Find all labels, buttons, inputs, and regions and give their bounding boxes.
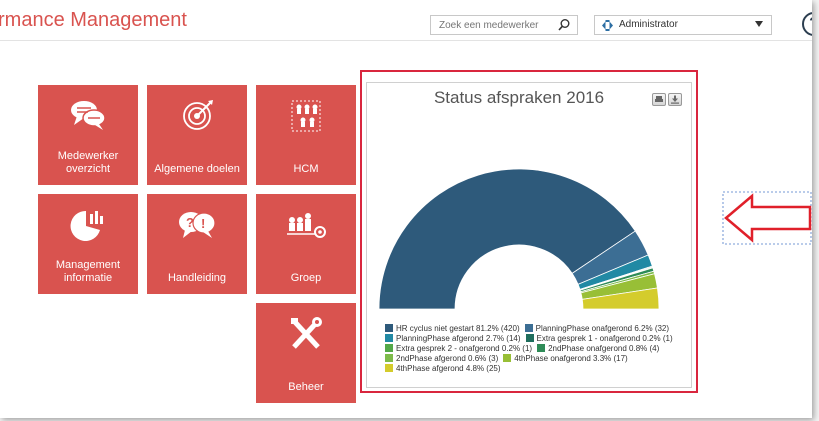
legend-item[interactable]: PlanningPhase afgerond 2.7% (14) [385,334,521,344]
legend-swatch [385,324,393,332]
legend-item[interactable]: Extra gesprek 2 - onafgerond 0.2% (1) [385,344,532,354]
legend-label: 2ndPhase afgerond 0.6% (3) [396,354,499,363]
search-box[interactable] [430,15,578,35]
legend-row: 4thPhase afgerond 4.8% (25) [385,364,689,374]
tile-algemene-doelen[interactable]: Algemene doelen [147,85,247,185]
left-arrow-annotation [722,191,812,245]
chevron-down-icon[interactable] [755,21,763,27]
legend-label: PlanningPhase onafgerond 6.2% (32) [535,324,670,333]
tile-beheer[interactable]: Beheer [256,303,356,403]
legend-label: 4thPhase onafgerond 3.3% (17) [514,354,628,363]
org-chart-icon [291,100,321,132]
header-bar: rmance Management Administrator ? [0,0,812,41]
legend-item[interactable]: PlanningPhase onafgerond 6.2% (32) [524,324,670,334]
download-button[interactable] [668,93,682,106]
svg-text:?: ? [186,215,194,230]
legend-label: HR cyclus niet gestart 81.2% (420) [396,324,520,333]
pie-bar-chart-icon [70,210,103,241]
speech-bubbles-icon [71,101,106,130]
help-button[interactable]: ? [802,12,812,36]
tile-management-informatie[interactable]: Management informatie [38,194,138,294]
chart-panel: Status afspraken 2016 HR cyclus niet ges… [366,82,692,388]
search-icon[interactable] [557,18,571,32]
tile-label: Handleiding [167,272,227,284]
legend-label: PlanningPhase afgerond 2.7% (14) [396,334,521,343]
download-icon [671,95,679,104]
legend-item[interactable]: 4thPhase onafgerond 3.3% (17) [503,354,628,364]
role-select[interactable]: Administrator [594,15,772,35]
legend-item[interactable]: Extra gesprek 1 - onafgerond 0.2% (1) [525,334,673,344]
legend-label: 4thPhase afgerond 4.8% (25) [396,364,501,373]
tile-label: Groep [290,272,322,284]
role-select-value: Administrator [619,19,678,30]
target-icon [183,100,213,130]
legend-item[interactable]: HR cyclus niet gestart 81.2% (420) [385,324,520,334]
app-window: rmance Management Administrator ? [0,0,812,418]
print-button[interactable] [652,93,666,106]
tile-hcm[interactable]: HCM [256,85,356,185]
legend-label: Extra gesprek 2 - onafgerond 0.2% (1) [396,344,533,353]
legend-label: 2ndPhase onafgerond 0.8% (4) [548,344,660,353]
tile-handleiding[interactable]: ? ! Handleiding [147,194,247,294]
legend-swatch [503,354,512,362]
tile-label: Management informatie [55,259,121,284]
legend-row: Extra gesprek 2 - onafgerond 0.2% (1) 2nd… [385,344,689,354]
legend-row: PlanningPhase afgerond 2.7% (14) Extra ge… [385,334,689,344]
role-switch-icon [602,20,613,31]
chart-title: Status afspraken 2016 [433,88,605,107]
legend-item[interactable]: 4thPhase afgerond 4.8% (25) [385,364,501,374]
legend-label: Extra gesprek 1 - onafgerond 0.2% (1) [536,334,673,343]
semi-donut-chart [378,168,660,310]
legend-row: 2ndPhase afgerond 0.6% (3) 4thPhase onafg… [385,354,689,364]
tile-groep[interactable]: Groep [256,194,356,294]
tile-label: Medewerker overzicht [57,150,119,175]
legend-swatch [385,364,393,372]
question-exclamation-icon: ? ! [179,212,216,238]
chart-legend: HR cyclus niet gestart 81.2% (420) Planni… [385,324,689,374]
legend-swatch [385,334,393,342]
search-input[interactable] [439,18,551,32]
legend-swatch [385,354,393,362]
tools-icon [291,317,322,349]
svg-text:!: ! [201,216,205,231]
legend-row: HR cyclus niet gestart 81.2% (420) Planni… [385,324,689,334]
legend-swatch [524,324,533,332]
tile-medewerker-overzicht[interactable]: Medewerker overzicht [38,85,138,185]
group-icon [287,213,326,238]
legend-item[interactable]: 2ndPhase afgerond 0.6% (3) [385,354,498,364]
tile-label: Algemene doelen [154,163,240,175]
tile-label: HCM [293,163,319,175]
app-title: rmance Management [0,9,187,31]
tile-label: Beheer [288,381,324,393]
legend-swatch [525,334,534,342]
legend-item[interactable]: 2ndPhase onafgerond 0.8% (4) [537,344,659,354]
chart-highlight-box: Status afspraken 2016 HR cyclus niet ges… [360,70,698,393]
legend-swatch [537,344,546,352]
legend-swatch [385,344,393,352]
print-icon [655,96,663,102]
